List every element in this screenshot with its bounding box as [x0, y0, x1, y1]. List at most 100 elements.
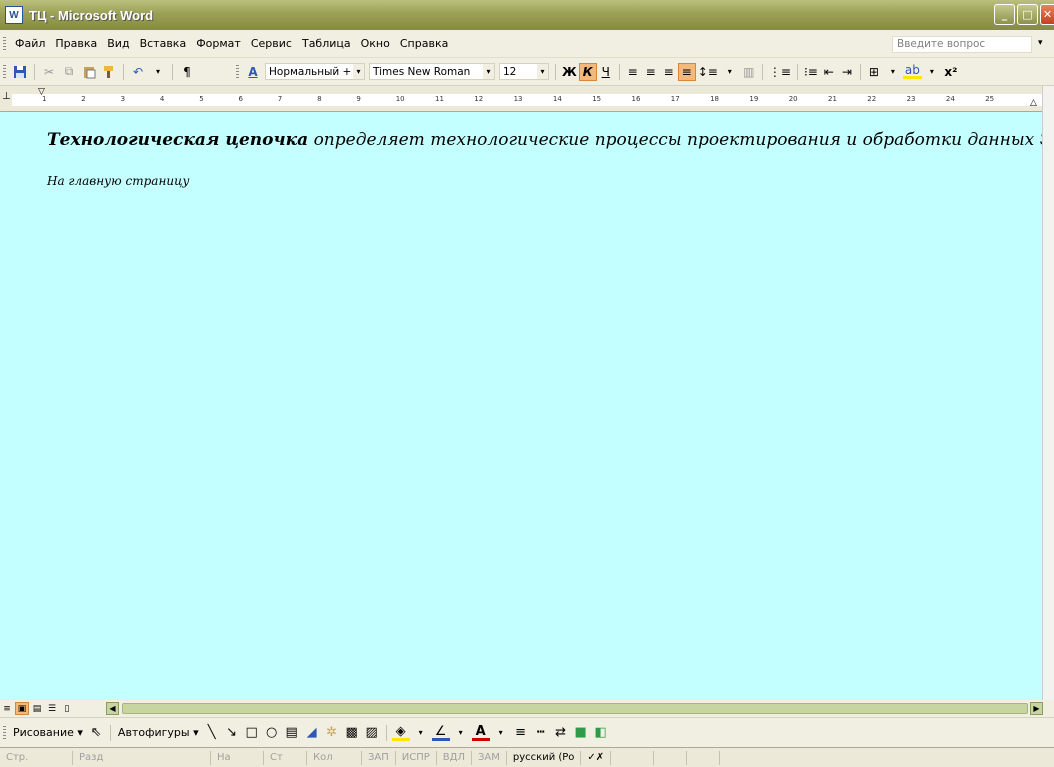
- tab-selector-icon[interactable]: ⊥: [2, 92, 12, 102]
- highlight-icon[interactable]: ab: [902, 63, 922, 79]
- 3d-icon[interactable]: ◧: [592, 724, 610, 742]
- align-center-icon[interactable]: ≡: [642, 63, 660, 81]
- font-size-dropdown[interactable]: 12 ▾: [499, 63, 549, 80]
- line-spacing-icon[interactable]: ↕≡: [696, 63, 720, 81]
- menu-view[interactable]: Вид: [102, 35, 134, 52]
- underline-button[interactable]: Ч: [597, 63, 615, 81]
- decrease-indent-icon[interactable]: ⇤: [820, 63, 838, 81]
- cut-icon[interactable]: ✂: [40, 63, 58, 81]
- minimize-button[interactable]: _: [994, 4, 1015, 25]
- toolbar-grip[interactable]: [3, 725, 6, 740]
- horizontal-ruler[interactable]: ⊥ ▽ △ 1 2 3 4 5 6 7 8 9 10 11 12 13 14 15 16 17 18 19 20 21 2…: [0, 86, 1054, 112]
- chevron-down-icon[interactable]: ▾: [721, 63, 739, 81]
- document-page[interactable]: Технологическая цепочка определяет техно…: [0, 112, 1054, 700]
- italic-button[interactable]: К: [578, 62, 597, 81]
- textbox-icon[interactable]: ▤: [283, 724, 301, 742]
- chevron-down-icon[interactable]: ▾: [452, 724, 470, 742]
- status-language[interactable]: русский (Ро: [507, 750, 582, 765]
- print-view-icon[interactable]: ▤: [30, 702, 44, 715]
- menu-insert[interactable]: Вставка: [135, 35, 192, 52]
- numbering-icon[interactable]: ⋮≡: [767, 63, 793, 81]
- chevron-down-icon[interactable]: ▾: [412, 724, 430, 742]
- arrow-icon[interactable]: ↘: [223, 724, 241, 742]
- align-left-icon[interactable]: ≡: [624, 63, 642, 81]
- chevron-down-icon[interactable]: ▾: [537, 64, 548, 79]
- styles-icon[interactable]: A: [244, 63, 262, 81]
- menu-table[interactable]: Таблица: [297, 35, 356, 52]
- menu-window[interactable]: Окно: [356, 35, 395, 52]
- spelling-check-icon[interactable]: ✓✗: [581, 750, 612, 765]
- status-extend[interactable]: ВДЛ: [437, 750, 472, 765]
- document-paragraph[interactable]: Технологическая цепочка определяет техно…: [47, 130, 1054, 150]
- home-page-link[interactable]: На главную страницу: [47, 174, 189, 188]
- chevron-down-icon[interactable]: ▾: [923, 63, 941, 81]
- superscript-icon[interactable]: x²: [942, 63, 960, 81]
- save-icon[interactable]: [11, 63, 29, 81]
- copy-icon[interactable]: ⧉: [60, 63, 78, 81]
- scroll-left-icon[interactable]: ◀: [106, 702, 119, 715]
- line-icon[interactable]: ╲: [203, 724, 221, 742]
- columns-icon[interactable]: ▥: [740, 63, 758, 81]
- close-button[interactable]: ✕: [1040, 4, 1054, 25]
- bold-button[interactable]: Ж: [560, 63, 579, 81]
- toolbar-grip[interactable]: [236, 64, 239, 79]
- help-dropdown-arrow[interactable]: ▾: [1038, 38, 1043, 48]
- status-overtype[interactable]: ЗАМ: [472, 750, 507, 765]
- chevron-down-icon[interactable]: ▾: [353, 64, 364, 79]
- maximize-button[interactable]: □: [1017, 4, 1038, 25]
- word-doc-icon[interactable]: W: [5, 6, 23, 24]
- select-objects-icon[interactable]: ⇖: [87, 724, 105, 742]
- justify-icon[interactable]: ≡: [677, 62, 696, 81]
- wordart-icon[interactable]: ◢: [303, 724, 321, 742]
- menu-help[interactable]: Справка: [395, 35, 453, 52]
- font-size-value: 12: [503, 65, 517, 78]
- bullets-icon[interactable]: ⁝≡: [802, 63, 820, 81]
- picture-icon[interactable]: ▨: [363, 724, 381, 742]
- dash-style-icon[interactable]: ┅: [532, 724, 550, 742]
- web-view-icon[interactable]: ▣: [15, 702, 29, 715]
- horizontal-scrollbar[interactable]: [122, 703, 1028, 714]
- menu-format[interactable]: Формат: [191, 35, 246, 52]
- vertical-scrollbar[interactable]: [1042, 86, 1054, 700]
- right-indent-marker[interactable]: △: [1030, 98, 1037, 108]
- definition-text: определяет технологические процессы прое…: [308, 130, 1054, 150]
- scroll-right-icon[interactable]: ▶: [1030, 702, 1043, 715]
- pilcrow-icon[interactable]: ¶: [178, 63, 196, 81]
- help-question-input[interactable]: Введите вопрос: [892, 36, 1032, 53]
- reading-view-icon[interactable]: ▯: [60, 702, 74, 715]
- menu-tools[interactable]: Сервис: [246, 35, 297, 52]
- diagram-icon[interactable]: ✲: [323, 724, 341, 742]
- paste-icon[interactable]: [80, 63, 98, 81]
- font-color-icon[interactable]: A: [471, 724, 490, 741]
- arrow-style-icon[interactable]: ⇄: [552, 724, 570, 742]
- menu-file[interactable]: Файл: [10, 35, 50, 52]
- format-painter-icon[interactable]: [100, 63, 118, 81]
- increase-indent-icon[interactable]: ⇥: [838, 63, 856, 81]
- toolbar-separator: [859, 63, 861, 80]
- normal-view-icon[interactable]: ≡: [0, 702, 14, 715]
- chevron-down-icon[interactable]: ▾: [483, 64, 494, 79]
- chevron-down-icon[interactable]: ▾: [884, 63, 902, 81]
- line-style-icon[interactable]: ≡: [512, 724, 530, 742]
- outline-view-icon[interactable]: ☰: [45, 702, 59, 715]
- autoshapes-menu-button[interactable]: Автофигуры ▾: [115, 726, 202, 739]
- status-record-macro[interactable]: ЗАП: [362, 750, 396, 765]
- toolbar-grip[interactable]: [3, 36, 6, 51]
- align-right-icon[interactable]: ≡: [660, 63, 678, 81]
- fill-color-icon[interactable]: ◈: [391, 724, 410, 741]
- toolbar-grip[interactable]: [3, 64, 6, 79]
- undo-icon[interactable]: ↶: [129, 63, 147, 81]
- clipart-icon[interactable]: ▩: [343, 724, 361, 742]
- undo-dropdown-icon[interactable]: ▾: [149, 63, 167, 81]
- style-dropdown[interactable]: Нормальный + 1 ▾: [265, 63, 365, 80]
- status-track-changes[interactable]: ИСПР: [396, 750, 437, 765]
- line-color-icon[interactable]: ∠: [431, 724, 450, 741]
- rectangle-icon[interactable]: □: [243, 724, 261, 742]
- menu-edit[interactable]: Правка: [50, 35, 102, 52]
- borders-icon[interactable]: ⊞: [865, 63, 883, 81]
- font-dropdown[interactable]: Times New Roman ▾: [369, 63, 495, 80]
- chevron-down-icon[interactable]: ▾: [492, 724, 510, 742]
- oval-icon[interactable]: ○: [263, 724, 281, 742]
- shadow-icon[interactable]: ■: [572, 724, 590, 742]
- drawing-menu-button[interactable]: Рисование ▾: [10, 726, 86, 739]
